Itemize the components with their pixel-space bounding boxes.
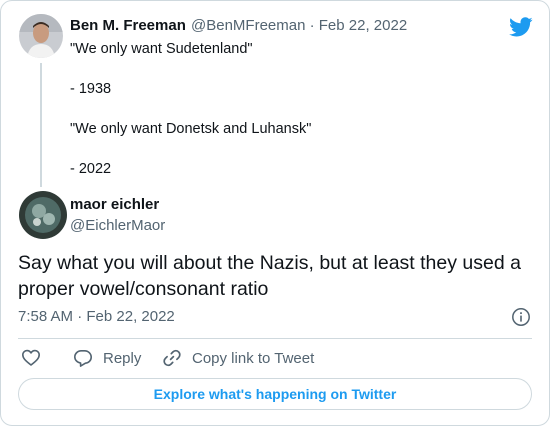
tweet-author-name[interactable]: maor eichler (70, 196, 159, 213)
copy-link-label: Copy link to Tweet (192, 349, 315, 367)
like-button[interactable] (21, 347, 41, 369)
avatar-maor-eichler[interactable] (19, 191, 67, 239)
reply-button[interactable]: Reply (73, 347, 141, 369)
tweet-timestamp[interactable]: 7:58 AM · Feb 22, 2022 (18, 308, 175, 325)
quoted-line-1: "We only want Sudetenland" (70, 41, 253, 57)
reply-label: Reply (103, 349, 142, 367)
quoted-handle-date[interactable]: @BenMFreeman · Feb 22, 2022 (191, 17, 407, 34)
thread-connector-line (40, 63, 42, 187)
link-icon (162, 348, 182, 368)
reply-bubble-icon (73, 348, 93, 368)
divider (18, 338, 532, 339)
explore-twitter-button[interactable]: Explore what's happening on Twitter (18, 378, 532, 410)
tweet-author-handle[interactable]: @EichlerMaor (70, 217, 165, 234)
avatar-ben-freeman[interactable] (19, 14, 63, 58)
tweet-embed-card: Ben M. Freeman @BenMFreeman · Feb 22, 20… (0, 0, 550, 426)
heart-icon (21, 348, 41, 368)
twitter-bird-icon[interactable] (509, 15, 533, 39)
info-icon[interactable] (511, 307, 531, 327)
quoted-line-3: "We only want Donetsk and Luhansk" (70, 121, 312, 137)
quoted-author-name[interactable]: Ben M. Freeman (70, 17, 186, 34)
tweet-text: Say what you will about the Nazis, but a… (18, 252, 521, 300)
quoted-line-2: - 1938 (70, 81, 112, 97)
copy-link-button[interactable]: Copy link to Tweet (162, 347, 314, 369)
quoted-line-4: - 2022 (70, 161, 112, 177)
